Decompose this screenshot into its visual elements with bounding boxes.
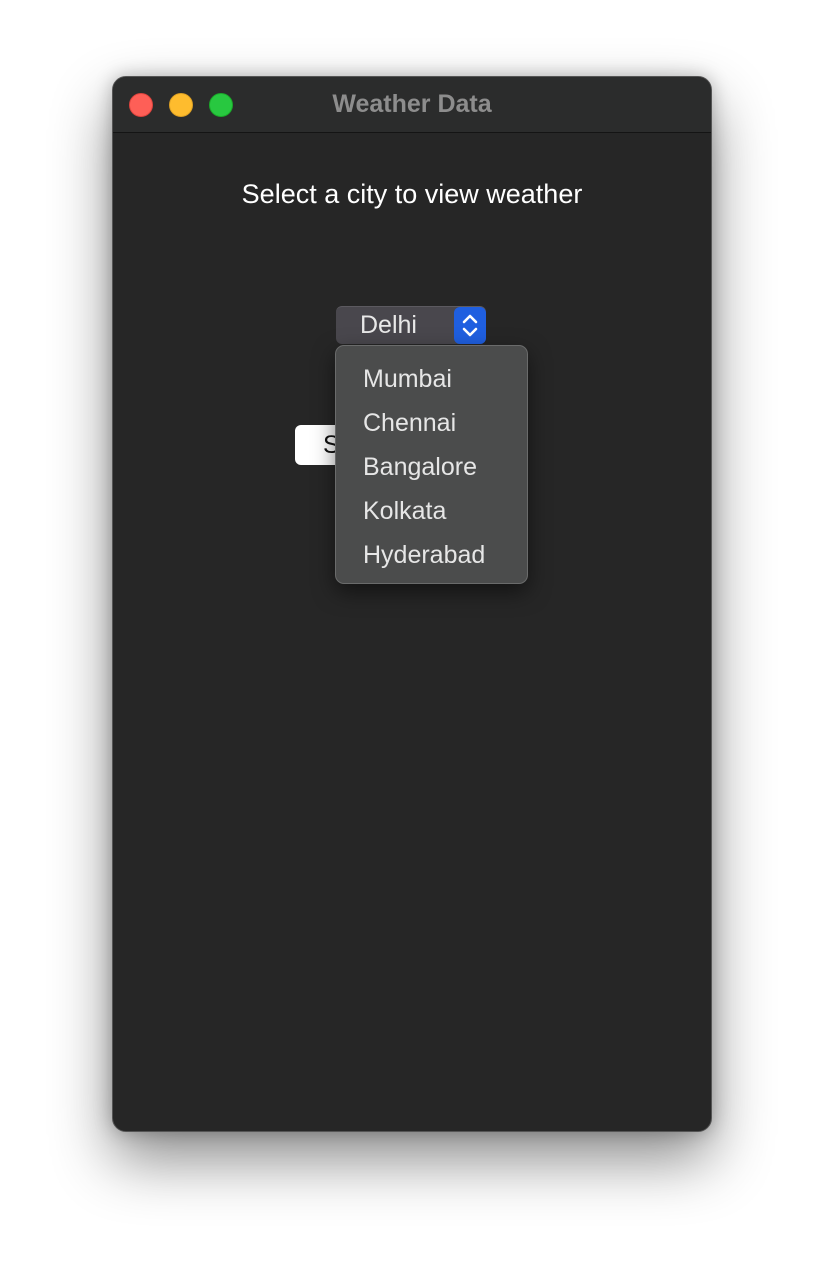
window-title: Weather Data — [332, 90, 492, 118]
city-select-value: Delhi — [360, 311, 417, 339]
menu-item-kolkata[interactable]: Kolkata — [336, 490, 527, 534]
app-window: Weather Data Select a city to view weath… — [112, 76, 712, 1132]
menu-item-bangalore[interactable]: Bangalore — [336, 446, 527, 490]
menu-item-mumbai[interactable]: Mumbai — [336, 358, 527, 402]
chevron-up-down-icon — [454, 307, 486, 344]
menu-item-hyderabad[interactable]: Hyderabad — [336, 534, 527, 578]
city-select[interactable]: Delhi — [336, 306, 486, 344]
city-dropdown-menu: Mumbai Chennai Bangalore Kolkata Hyderab… — [335, 345, 528, 584]
title-bar: Weather Data — [113, 77, 711, 133]
page-heading: Select a city to view weather — [241, 179, 583, 209]
menu-item-chennai[interactable]: Chennai — [336, 402, 527, 446]
